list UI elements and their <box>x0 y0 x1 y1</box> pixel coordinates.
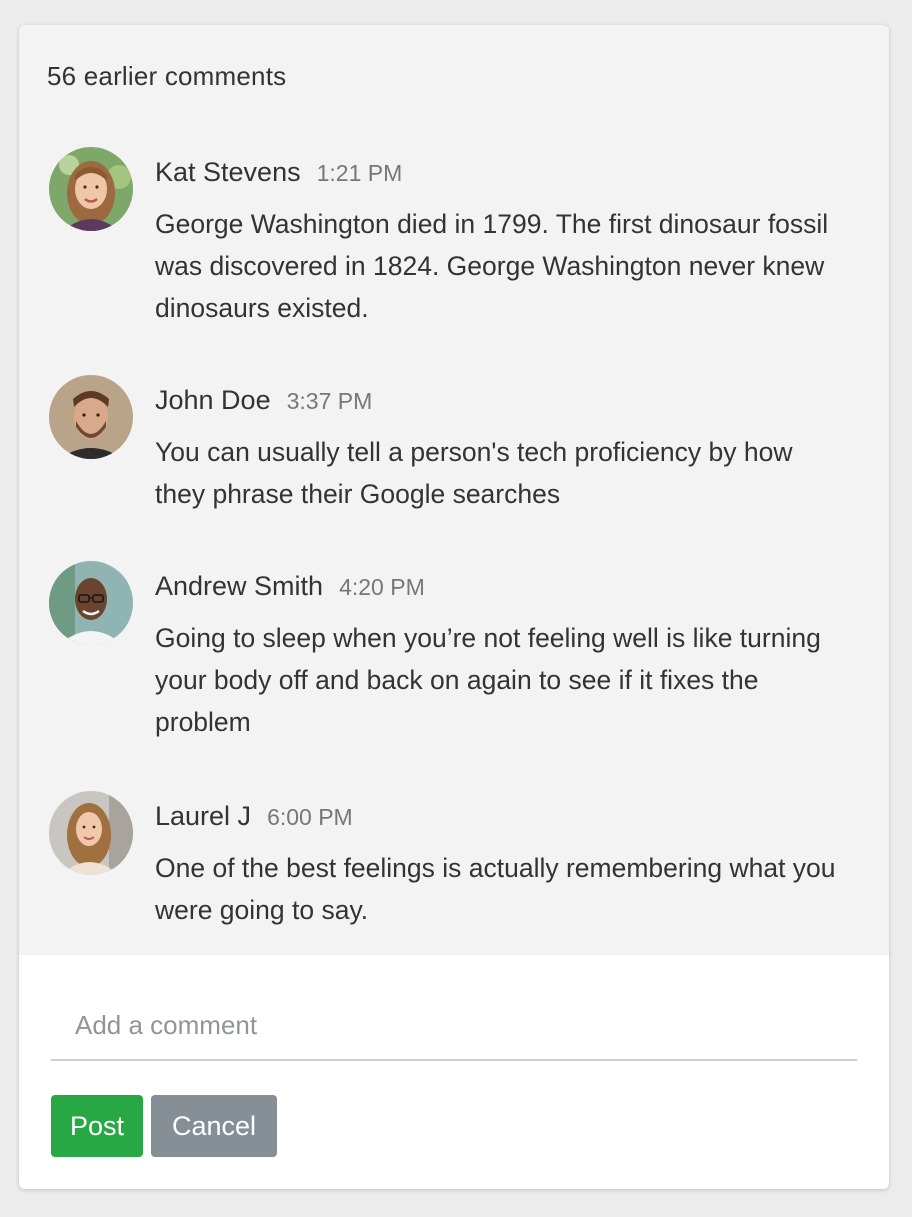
comment-time: 4:20 PM <box>339 574 425 600</box>
avatar[interactable] <box>49 147 133 231</box>
avatar-woman-long-hair-icon <box>49 791 133 875</box>
avatar-man-glasses-icon <box>49 561 133 645</box>
comment-header: Kat Stevens 1:21 PM <box>155 157 402 188</box>
comment-author[interactable]: John Doe <box>155 385 271 415</box>
comment-input[interactable] <box>51 999 857 1061</box>
comment-author[interactable]: Kat Stevens <box>155 157 301 187</box>
avatar-man-beard-icon <box>49 375 133 459</box>
comment-text: George Washington died in 1799. The firs… <box>155 209 829 323</box>
comment-text: Going to sleep when you’re not feeling w… <box>155 623 821 737</box>
comment-header: Laurel J 6:00 PM <box>155 801 353 832</box>
avatar[interactable] <box>49 791 133 875</box>
cancel-button[interactable]: Cancel <box>151 1095 277 1157</box>
comment-author[interactable]: Andrew Smith <box>155 571 323 601</box>
post-button[interactable]: Post <box>51 1095 143 1157</box>
earlier-comments-link[interactable]: 56 earlier comments <box>47 61 286 92</box>
comment-time: 1:21 PM <box>316 160 403 186</box>
avatar[interactable] <box>49 375 133 459</box>
avatar-woman-blonde-icon <box>49 147 133 231</box>
comments-card: 56 earlier comments Kat Stevens 1:21 PM G… <box>19 25 889 1189</box>
comment-time: 3:37 PM <box>286 388 373 414</box>
comment-text: One of the best feelings is actually rem… <box>155 853 836 925</box>
comment-header: Andrew Smith 4:20 PM <box>155 571 425 602</box>
comment-author[interactable]: Laurel J <box>155 801 251 831</box>
avatar[interactable] <box>49 561 133 645</box>
comment-text: You can usually tell a person's tech pro… <box>155 437 793 509</box>
comment-composer: Post Cancel <box>19 955 889 1189</box>
comment-header: John Doe 3:37 PM <box>155 385 372 416</box>
comment-time: 6:00 PM <box>267 804 353 830</box>
